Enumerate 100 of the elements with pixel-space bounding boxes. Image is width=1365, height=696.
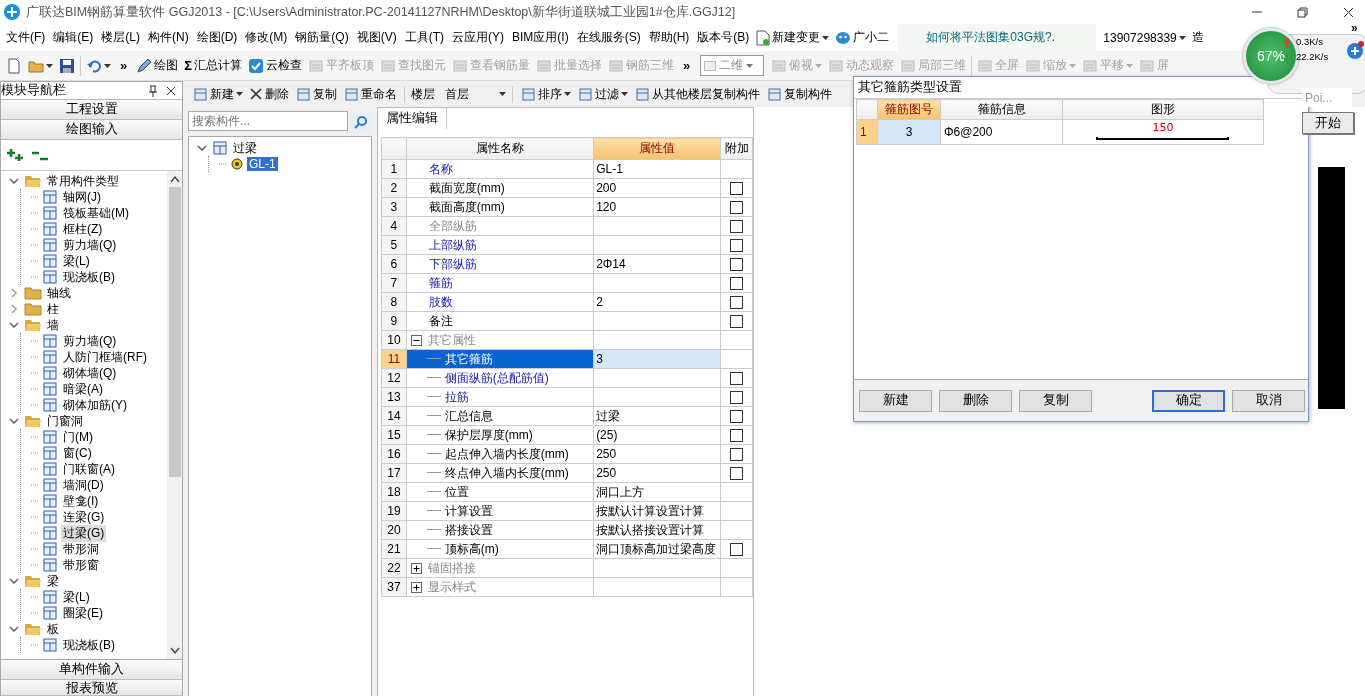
- property-value[interactable]: 200: [593, 178, 721, 198]
- menu-item[interactable]: 在线服务(S): [572, 29, 645, 46]
- minus-box-icon[interactable]: [410, 334, 422, 346]
- property-value[interactable]: 2: [593, 292, 721, 312]
- tree-item[interactable]: 圈梁(E): [61, 604, 105, 622]
- checkbox[interactable]: [730, 448, 744, 462]
- checkbox[interactable]: [730, 201, 744, 215]
- account-button[interactable]: 13907298339: [1100, 25, 1189, 50]
- plus-box-icon[interactable]: [410, 562, 422, 574]
- toolbar-button[interactable]: 云检查: [245, 53, 306, 78]
- tree-item[interactable]: 梁(L): [61, 252, 92, 270]
- tree-item[interactable]: 板: [45, 620, 61, 638]
- tip-link[interactable]: 如何将平法图集03G规?.: [898, 24, 1097, 51]
- property-value[interactable]: 2Φ14: [593, 254, 721, 274]
- menu-item[interactable]: 构件(N): [144, 29, 193, 46]
- menu-item[interactable]: 云应用(Y): [448, 29, 508, 46]
- tree-item[interactable]: 门联窗(A): [61, 460, 117, 478]
- section-button[interactable]: 绘图输入: [1, 120, 182, 140]
- toolbar-button[interactable]: 排序: [517, 82, 574, 106]
- checkbox[interactable]: [730, 410, 744, 424]
- tree-item[interactable]: 砌体加筋(Y): [61, 396, 129, 414]
- tree-item[interactable]: 现浇板(B): [61, 636, 117, 654]
- property-value[interactable]: 120: [593, 197, 721, 217]
- menu-item[interactable]: 视图(V): [352, 29, 401, 46]
- tree-item[interactable]: 连梁(G): [61, 508, 107, 526]
- checkbox[interactable]: [730, 372, 744, 386]
- checkbox[interactable]: [730, 182, 744, 196]
- property-value[interactable]: 按默认计算设置计算: [593, 501, 721, 521]
- dialog-button[interactable]: 删除: [939, 389, 1012, 412]
- new-change-button[interactable]: 新建变更: [753, 25, 833, 50]
- menu-item[interactable]: 编辑(E): [49, 29, 98, 46]
- section-button[interactable]: 单构件输入: [1, 660, 182, 680]
- menu-item[interactable]: 绘图(D): [192, 29, 242, 46]
- tree-item[interactable]: 窗(C): [61, 444, 94, 462]
- toolbar-button[interactable]: 新建: [189, 82, 246, 106]
- toolbar-button[interactable]: Σ汇总计算: [181, 53, 246, 78]
- table-cell[interactable]: Φ6@200: [940, 119, 1063, 145]
- tree-item[interactable]: 梁: [45, 572, 61, 590]
- menu-item[interactable]: BIM应用(I): [508, 29, 573, 46]
- checkbox[interactable]: [730, 429, 744, 443]
- checkbox[interactable]: [730, 220, 744, 234]
- toolbar-button[interactable]: 重命名: [340, 82, 400, 106]
- section-button[interactable]: 报表预览: [1, 680, 182, 696]
- checkbox[interactable]: [730, 239, 744, 253]
- menu-item[interactable]: 钢筋量(Q): [291, 29, 353, 46]
- tree-item[interactable]: 剪力墙(Q): [61, 236, 119, 254]
- menu-item[interactable]: 帮助(H): [644, 29, 694, 46]
- view-mode-dropdown[interactable]: 二维: [700, 55, 765, 76]
- property-value[interactable]: 250: [593, 444, 721, 464]
- tree-item[interactable]: 墙: [45, 316, 61, 334]
- property-value[interactable]: 按默认搭接设置计算: [593, 520, 721, 540]
- tree-item[interactable]: 轴线: [45, 284, 73, 302]
- tree-item[interactable]: 筏板基础(M): [61, 204, 131, 222]
- toolbar-button[interactable]: 复制: [292, 82, 340, 106]
- toolbar-button[interactable]: 删除: [246, 82, 292, 106]
- menu-item[interactable]: 版本号(B): [693, 29, 754, 46]
- tree-item[interactable]: 带形洞: [61, 540, 101, 558]
- tree-item[interactable]: 带形窗: [61, 556, 101, 574]
- tree-item[interactable]: 柱: [45, 300, 61, 318]
- overflow-button[interactable]: »: [114, 58, 134, 73]
- column-header[interactable]: 图形: [1062, 99, 1264, 120]
- column-header[interactable]: 附加: [720, 137, 753, 160]
- checkbox[interactable]: [730, 296, 744, 310]
- column-header[interactable]: 箍筋信息: [940, 99, 1063, 120]
- menu-item[interactable]: 楼层(L): [97, 29, 144, 46]
- tree-item[interactable]: 梁(L): [61, 588, 92, 606]
- tree-item[interactable]: 砌体墙(Q): [61, 364, 119, 382]
- dialog-button[interactable]: 复制: [1019, 389, 1092, 412]
- tree-item[interactable]: 常用构件类型: [45, 172, 121, 190]
- toolbar-button[interactable]: 从其他楼层复制构件: [631, 82, 763, 106]
- tree-item[interactable]: 门窗洞: [45, 412, 85, 430]
- tree-item[interactable]: 过梁: [231, 139, 259, 157]
- tree-item[interactable]: 墙洞(D): [61, 476, 106, 494]
- plus-box-icon[interactable]: [410, 581, 422, 593]
- property-value[interactable]: (25): [593, 425, 721, 445]
- property-value[interactable]: 洞口上方: [593, 482, 721, 502]
- dialog-button[interactable]: 取消: [1232, 389, 1305, 412]
- overflow-button[interactable]: »: [677, 58, 697, 73]
- menu-item[interactable]: 造: [1188, 29, 1207, 46]
- tree-item[interactable]: 现浇板(B): [61, 268, 117, 286]
- tree-item[interactable]: 门(M): [61, 428, 95, 446]
- toolbar-button[interactable]: 复制构件: [763, 82, 835, 106]
- toolbar-button[interactable]: 过滤: [574, 82, 631, 106]
- column-header[interactable]: 箍筋图号: [877, 99, 941, 120]
- toolbar-button[interactable]: 绘图: [133, 53, 182, 78]
- menu-item[interactable]: 文件(F): [2, 29, 50, 46]
- menu-item[interactable]: 修改(M): [241, 29, 292, 46]
- search-field[interactable]: 搜索构件...: [188, 111, 348, 131]
- dialog-button[interactable]: 新建: [859, 389, 932, 412]
- scrollbar[interactable]: [167, 171, 182, 659]
- property-value[interactable]: 洞口顶标高加过梁高度: [593, 539, 721, 559]
- section-button[interactable]: 工程设置: [1, 100, 182, 120]
- menu-item[interactable]: 工具(T): [400, 29, 448, 46]
- checkbox[interactable]: [730, 258, 744, 272]
- checkbox[interactable]: [730, 467, 744, 481]
- checkbox[interactable]: [730, 277, 744, 291]
- checkbox[interactable]: [730, 391, 744, 405]
- tree-item[interactable]: GL-1: [247, 157, 278, 171]
- dialog-button[interactable]: 确定: [1152, 389, 1225, 412]
- property-value[interactable]: GL-1: [593, 159, 721, 179]
